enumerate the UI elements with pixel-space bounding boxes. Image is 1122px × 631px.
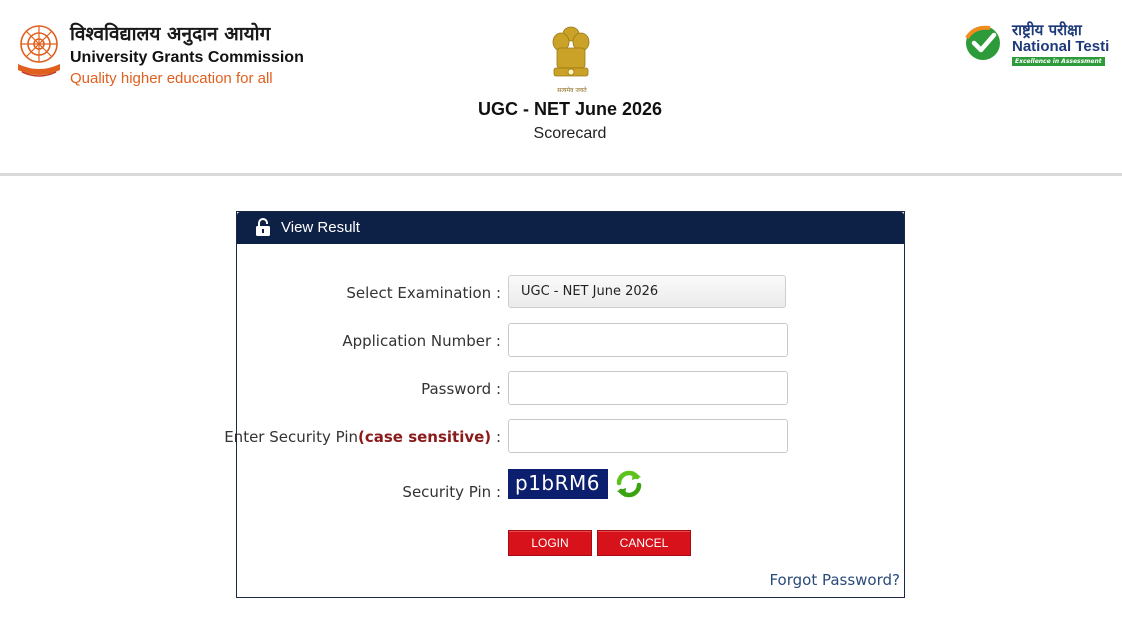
examination-select-value: UGC - NET June 2026 (521, 284, 659, 299)
ugc-hindi-name: विश्वविद्यालय अनुदान आयोग (70, 23, 271, 45)
security-pin-entry-label: Enter Security Pin(case sensitive) : (224, 428, 501, 446)
security-pin-input[interactable] (508, 419, 788, 453)
emblem-motto: सत्यमेव जयते (557, 87, 587, 94)
cancel-button[interactable]: CANCEL (597, 530, 691, 556)
nta-hindi-name: राष्ट्रीय परीक्षा (1012, 21, 1082, 39)
case-sensitive-hint: (case sensitive) (358, 428, 492, 446)
nta-check-icon (965, 25, 1000, 60)
security-pin-label-colon: : (491, 428, 501, 446)
captcha-label: Security Pin : (402, 483, 501, 501)
password-input[interactable] (508, 371, 788, 405)
application-number-label: Application Number : (342, 332, 501, 350)
examination-select[interactable]: UGC - NET June 2026 (508, 275, 786, 308)
national-emblem-icon (552, 26, 590, 77)
view-result-panel: View Result Select Examination : UGC - N… (224, 211, 905, 598)
captcha-image: p1bRM6 (508, 469, 608, 499)
forgot-password-link[interactable]: Forgot Password? (769, 571, 900, 589)
nta-logo: राष्ट्रीय परीक्षा National Testi Excelle… (964, 20, 1122, 70)
page-subtitle: Scorecard (533, 125, 607, 142)
ugc-english-name: University Grants Commission (70, 49, 304, 66)
lock-icon (256, 218, 270, 236)
password-label: Password : (421, 380, 501, 398)
panel-title: View Result (281, 219, 360, 236)
nta-english-name: National Testi (1012, 38, 1110, 55)
select-examination-label: Select Examination : (346, 284, 501, 302)
panel-header: View Result (237, 212, 904, 244)
application-number-input[interactable] (508, 323, 788, 357)
ugc-logo: विश्वविद्यालय अनुदान आयोग University Gra… (12, 18, 304, 90)
page-header: विश्वविद्यालय अनुदान आयोग University Gra… (0, 0, 1122, 173)
ugc-emblem-icon (18, 25, 60, 77)
ugc-tagline: Quality higher education for all (70, 70, 273, 87)
refresh-icon[interactable] (613, 468, 645, 500)
login-button[interactable]: LOGIN (508, 530, 592, 556)
header-divider (0, 173, 1122, 176)
security-pin-label-text: Enter Security Pin (224, 428, 358, 446)
nta-tagline: Excellence in Assessment (1012, 57, 1105, 66)
page-title: UGC - NET June 2026 (477, 99, 663, 119)
